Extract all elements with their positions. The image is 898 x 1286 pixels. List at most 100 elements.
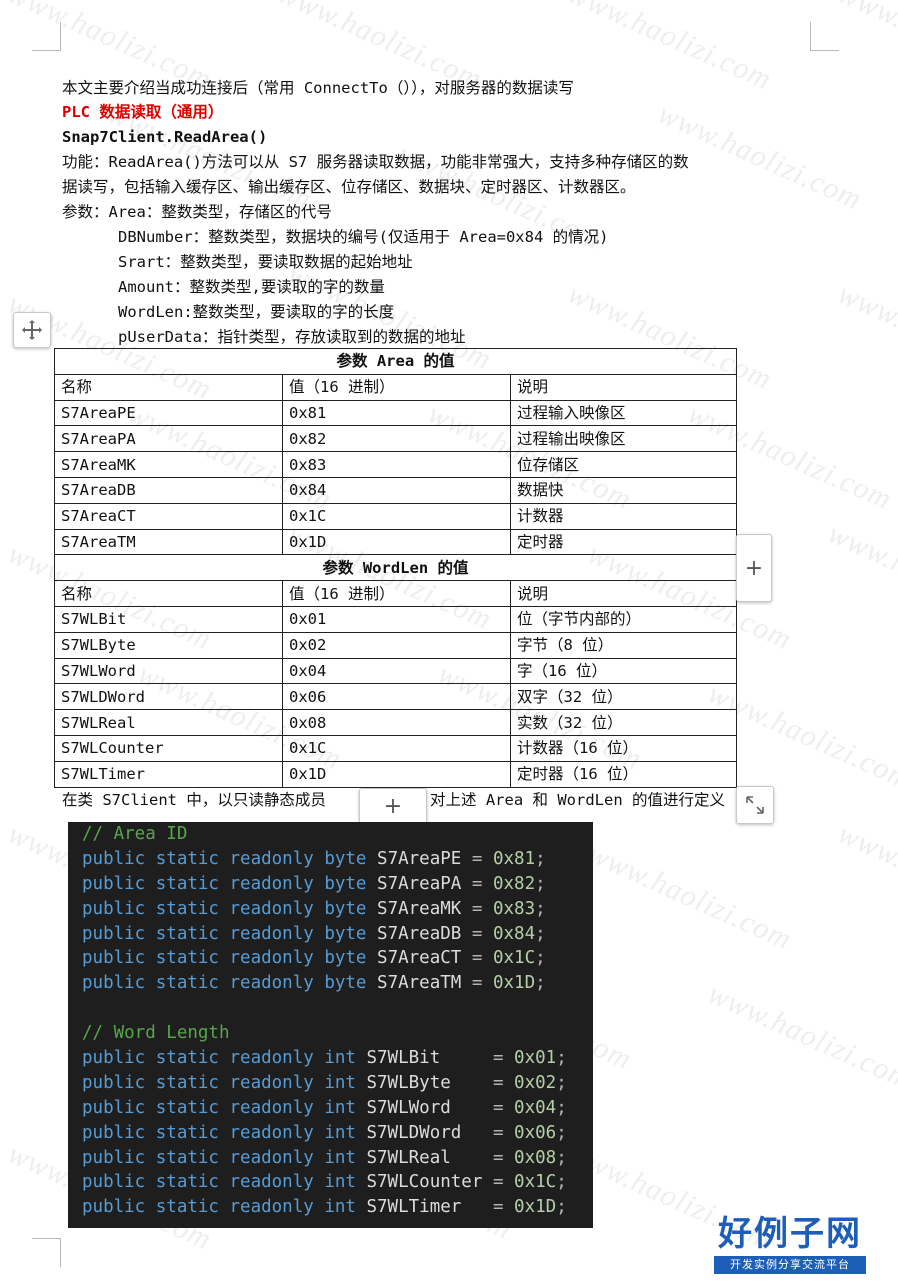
add-row-button[interactable]: +: [359, 788, 427, 824]
code-line: public static readonly byte S7AreaPA = 0…: [82, 873, 546, 894]
watermark-text: www.haolizi.com: [832, 276, 898, 397]
column-header-row: 名称 值（16 进制） 说明: [54, 580, 738, 607]
table-row: S7AreaCT 0x1C 计数器: [54, 502, 738, 530]
code-line: public static readonly int S7WLByte = 0x…: [82, 1072, 567, 1093]
code-line: public static readonly int S7WLDWord = 0…: [82, 1122, 567, 1143]
table-row: S7WLBit 0x01 位（字节内部的）: [54, 605, 738, 633]
after-table-text: 对上述 Area 和 WordLen 的值进行定义: [430, 791, 725, 809]
value-cell: 值（16 进制）: [282, 580, 511, 607]
description-cell: 过程输入映像区: [509, 399, 738, 427]
name-cell: 名称: [54, 580, 283, 607]
value-cell: 0x04: [282, 657, 511, 685]
watermark-text: www.haolizi.com: [582, 836, 797, 957]
name-cell: S7AreaCT: [54, 502, 283, 530]
value-cell: 0x01: [282, 605, 511, 633]
name-cell: S7AreaPA: [54, 425, 283, 453]
watermark-text: www.haolizi.com: [562, 0, 777, 97]
section-heading: PLC 数据读取（通用）: [62, 103, 224, 121]
value-cell: 0x06: [282, 683, 511, 711]
table-section-header: 参数 WordLen 的值: [53, 554, 738, 582]
value-cell: 0x02: [282, 631, 511, 659]
name-cell: S7WLCounter: [54, 734, 283, 762]
name-cell: S7AreaDB: [54, 476, 283, 504]
table-section-header: 参数 Area 的值: [53, 348, 738, 375]
code-line: public static readonly byte S7AreaTM = 0…: [82, 973, 546, 994]
table-row: S7WLCounter 0x1C 计数器（16 位）: [54, 734, 738, 762]
param-start: Srart：整数类型，要读取数据的起始地址: [118, 253, 413, 271]
description-cell: 数据快: [509, 476, 738, 504]
value-cell: 0x84: [282, 476, 511, 504]
code-line: public static readonly byte S7AreaDB = 0…: [82, 923, 546, 944]
watermark-text: www.haolizi.com: [832, 816, 898, 937]
name-cell: S7WLTimer: [54, 760, 283, 788]
value-cell: 0x1D: [282, 528, 511, 556]
param-area: 参数：Area：整数类型，存储区的代号: [62, 203, 332, 221]
watermark-text: www.haolizi.com: [702, 976, 898, 1097]
table-row: S7WLTimer 0x1D 定时器（16 位）: [54, 760, 738, 788]
table-row: S7AreaMK 0x83 位存储区: [54, 451, 738, 478]
name-cell: S7WLDWord: [54, 683, 283, 711]
table-row: S7AreaPA 0x82 过程输出映像区: [54, 425, 738, 453]
code-line: public static readonly int S7WLTimer = 0…: [82, 1197, 567, 1218]
site-logo: 好例子网 开发实例分享交流平台: [714, 1214, 866, 1278]
param-amount: Amount：整数类型,要读取的字的数量: [118, 278, 385, 296]
code-line: public static readonly int S7WLReal = 0x…: [82, 1147, 567, 1168]
name-cell: 名称: [54, 373, 283, 401]
table-row: S7AreaPE 0x81 过程输入映像区: [54, 399, 738, 427]
after-table-text: 在类 S7Client 中，以只读静态成员: [62, 791, 326, 809]
value-cell: 0x81: [282, 399, 511, 427]
table-row: S7WLDWord 0x06 双字（32 位）: [54, 683, 738, 711]
description-cell: 过程输出映像区: [509, 425, 738, 453]
watermark-text: www.haolizi.com: [832, 0, 898, 97]
description-cell: 实数（32 位）: [509, 709, 738, 736]
intro-text: 本文主要介绍当成功连接后（常用 ConnectTo（）），对服务器的数据读写: [62, 79, 574, 97]
table-row: S7WLWord 0x04 字（16 位）: [54, 657, 738, 685]
param-dbnumber: DBNumber：整数类型，数据块的编号(仅适用于 Area=0x84 的情况): [118, 228, 609, 246]
name-cell: S7WLBit: [54, 605, 283, 633]
value-cell: 0x1C: [282, 734, 511, 762]
value-cell: 0x82: [282, 425, 511, 453]
section-header-cell: 参数 WordLen 的值: [53, 554, 738, 582]
move-handle-icon[interactable]: [13, 312, 51, 348]
parameter-table: 参数 Area 的值 名称 值（16 进制） 说明 S7AreaPE 0x81 过程输入映像…: [53, 348, 738, 788]
description-cell: 字节（8 位）: [509, 631, 738, 659]
code-comment: // Word Length: [82, 1023, 230, 1044]
logo-subtitle: 开发实例分享交流平台: [714, 1256, 866, 1274]
name-cell: S7WLWord: [54, 657, 283, 685]
plus-icon: +: [383, 793, 403, 819]
watermark-text: www.haolizi.com: [822, 516, 898, 637]
value-cell: 值（16 进制）: [282, 373, 511, 401]
table-row: S7WLReal 0x08 实数（32 位）: [54, 709, 738, 736]
description-cell: 位（字节内部的）: [509, 605, 738, 633]
column-header-row: 名称 值（16 进制） 说明: [54, 373, 738, 401]
param-wordlen: WordLen:整数类型，要读取的字的长度: [118, 303, 395, 321]
description-cell: 计数器（16 位）: [509, 734, 738, 762]
name-cell: S7WLReal: [54, 709, 283, 736]
plus-icon: +: [744, 555, 764, 581]
value-cell: 0x08: [282, 709, 511, 736]
table-row: S7WLByte 0x02 字节（8 位）: [54, 631, 738, 659]
method-title: Snap7Client.ReadArea(): [62, 128, 268, 146]
name-cell: S7AreaTM: [54, 528, 283, 556]
name-cell: S7WLByte: [54, 631, 283, 659]
value-cell: 0x1C: [282, 502, 511, 530]
code-line: public static readonly byte S7AreaPE = 0…: [82, 848, 546, 869]
name-cell: S7AreaMK: [54, 451, 283, 478]
code-line: public static readonly int S7WLWord = 0x…: [82, 1097, 567, 1118]
param-userdata: pUserData：指针类型，存放读取到的数据的地址: [118, 328, 466, 346]
logo-title: 好例子网: [718, 1214, 862, 1254]
description-cell: 定时器: [509, 528, 738, 556]
code-line: public static readonly int S7WLCounter =…: [82, 1172, 567, 1193]
code-comment: // Area ID: [82, 824, 188, 844]
code-snippet: // Area ID public static readonly byte S7…: [68, 822, 593, 1228]
resize-icon[interactable]: [736, 786, 774, 824]
add-column-button[interactable]: +: [736, 534, 772, 602]
value-cell: 0x1D: [282, 760, 511, 788]
description-cell: 双字（32 位）: [509, 683, 738, 711]
table-row: S7AreaTM 0x1D 定时器: [54, 528, 738, 556]
section-header-cell: 参数 Area 的值: [53, 348, 738, 375]
description-cell: 字（16 位）: [509, 657, 738, 685]
page-corner-mark: [32, 22, 61, 51]
description-cell: 计数器: [509, 502, 738, 530]
code-line: public static readonly byte S7AreaMK = 0…: [82, 898, 546, 919]
